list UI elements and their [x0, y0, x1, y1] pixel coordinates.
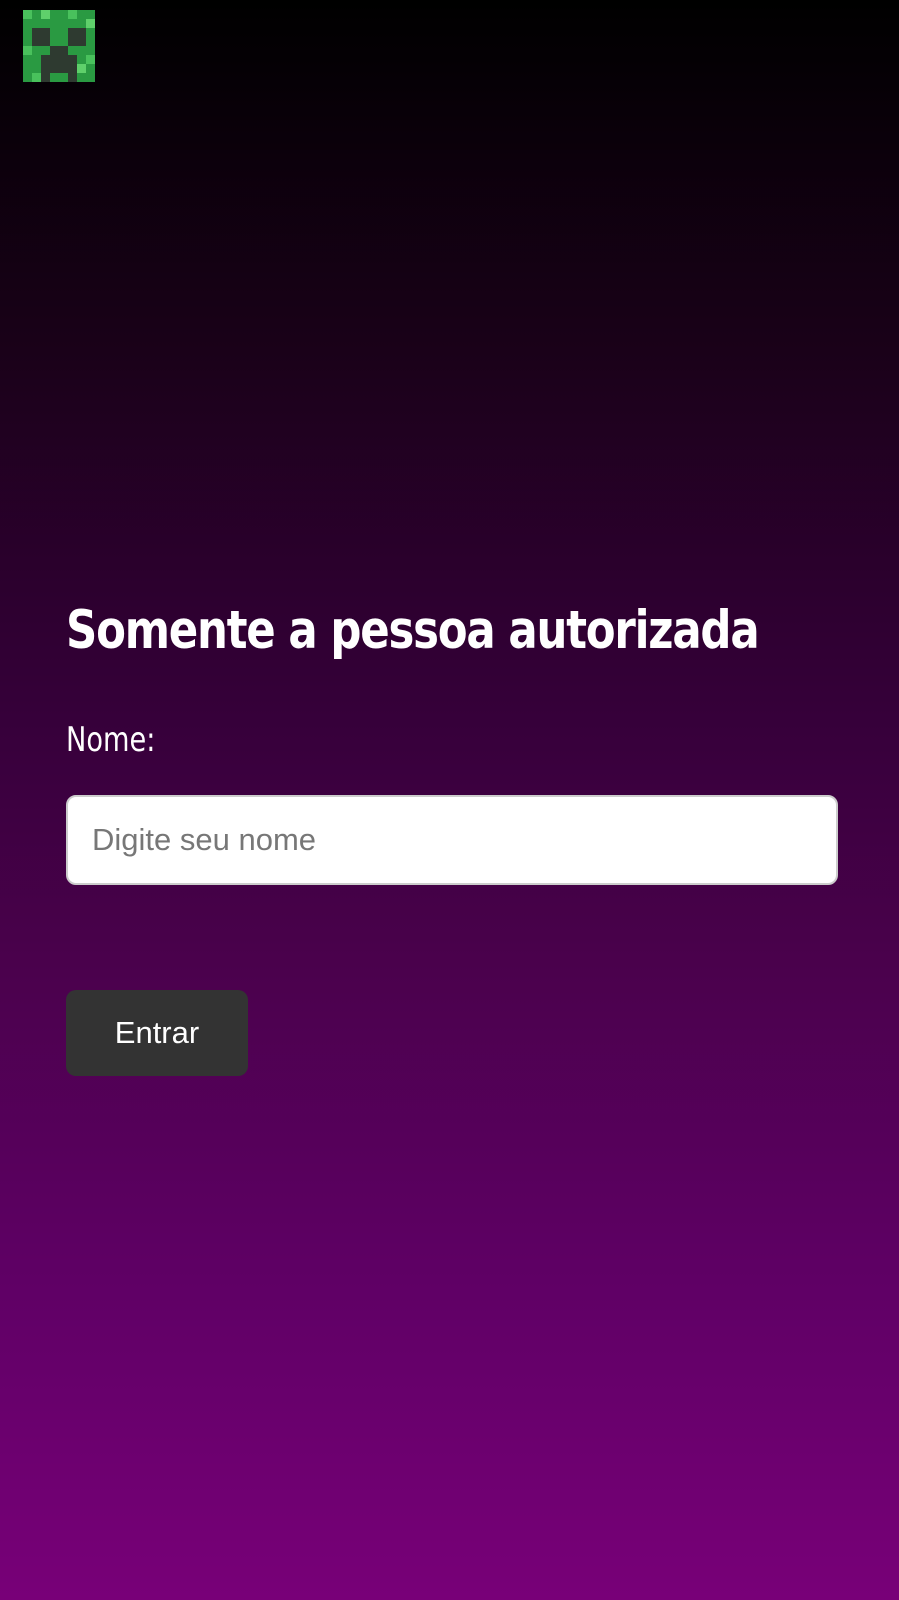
login-form: Somente a pessoa autorizada Nome: Entrar: [66, 595, 838, 1076]
name-label: Nome:: [66, 720, 156, 760]
page-title: Somente a pessoa autorizada: [66, 600, 760, 661]
enter-button[interactable]: Entrar: [66, 990, 248, 1076]
name-input[interactable]: [66, 795, 838, 885]
creeper-logo-icon: [23, 10, 95, 82]
